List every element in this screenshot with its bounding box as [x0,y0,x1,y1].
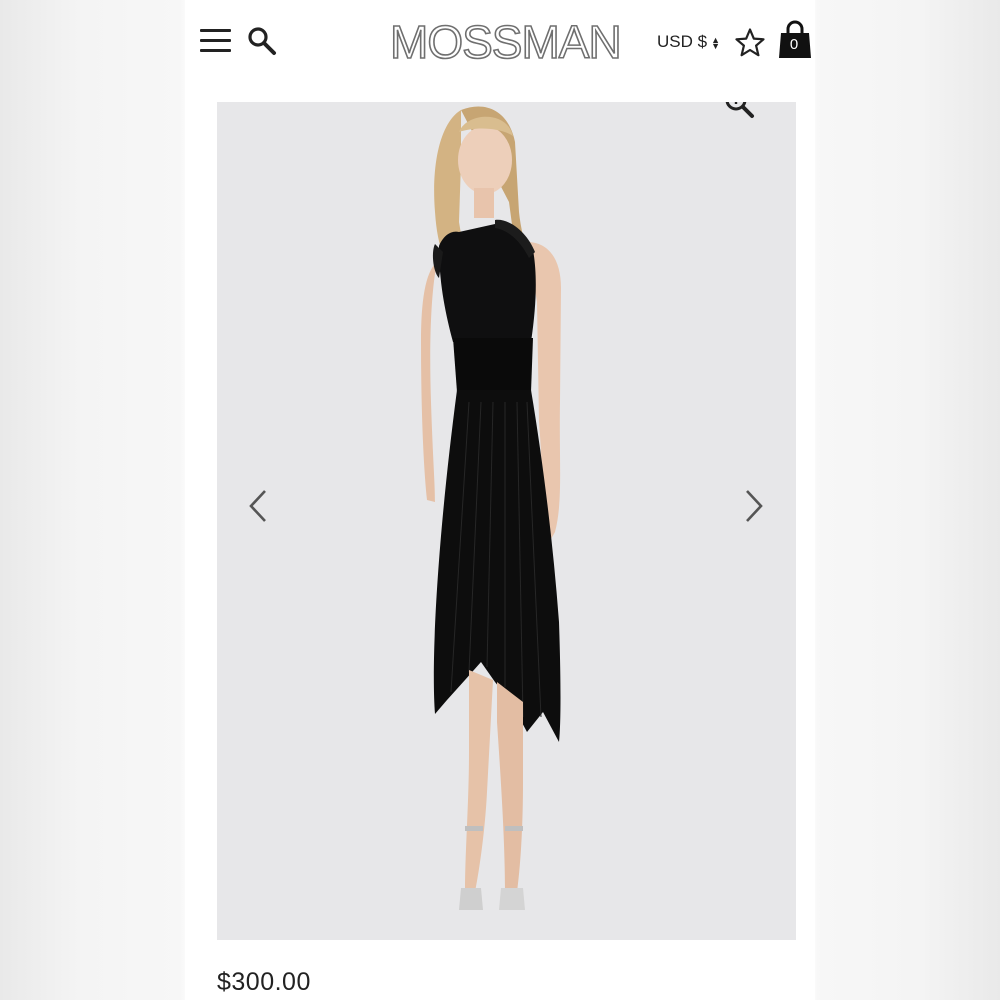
product-price: $300.00 [217,968,311,996]
site-header: MOSSMAN USD $ ▲ ▼ 0 [185,0,815,90]
chevron-right-icon[interactable] [741,488,767,524]
updown-arrows-icon: ▲ ▼ [711,34,720,51]
product-image [421,106,561,910]
cart-count: 0 [789,36,799,53]
currency-label: USD $ [657,32,708,51]
product-page: MOSSMAN USD $ ▲ ▼ 0 $300.00 [185,0,815,1000]
search-icon[interactable] [247,26,277,56]
menu-icon[interactable] [200,26,232,54]
bag-button[interactable]: 0 [777,20,813,60]
brand-logo[interactable]: MOSSMAN [389,12,622,72]
star-icon[interactable] [734,27,766,59]
currency-selector[interactable]: USD $ ▲ ▼ [657,32,720,52]
chevron-left-icon[interactable] [245,488,271,524]
product-image-gallery[interactable] [217,102,796,940]
zoom-icon[interactable] [722,102,756,120]
